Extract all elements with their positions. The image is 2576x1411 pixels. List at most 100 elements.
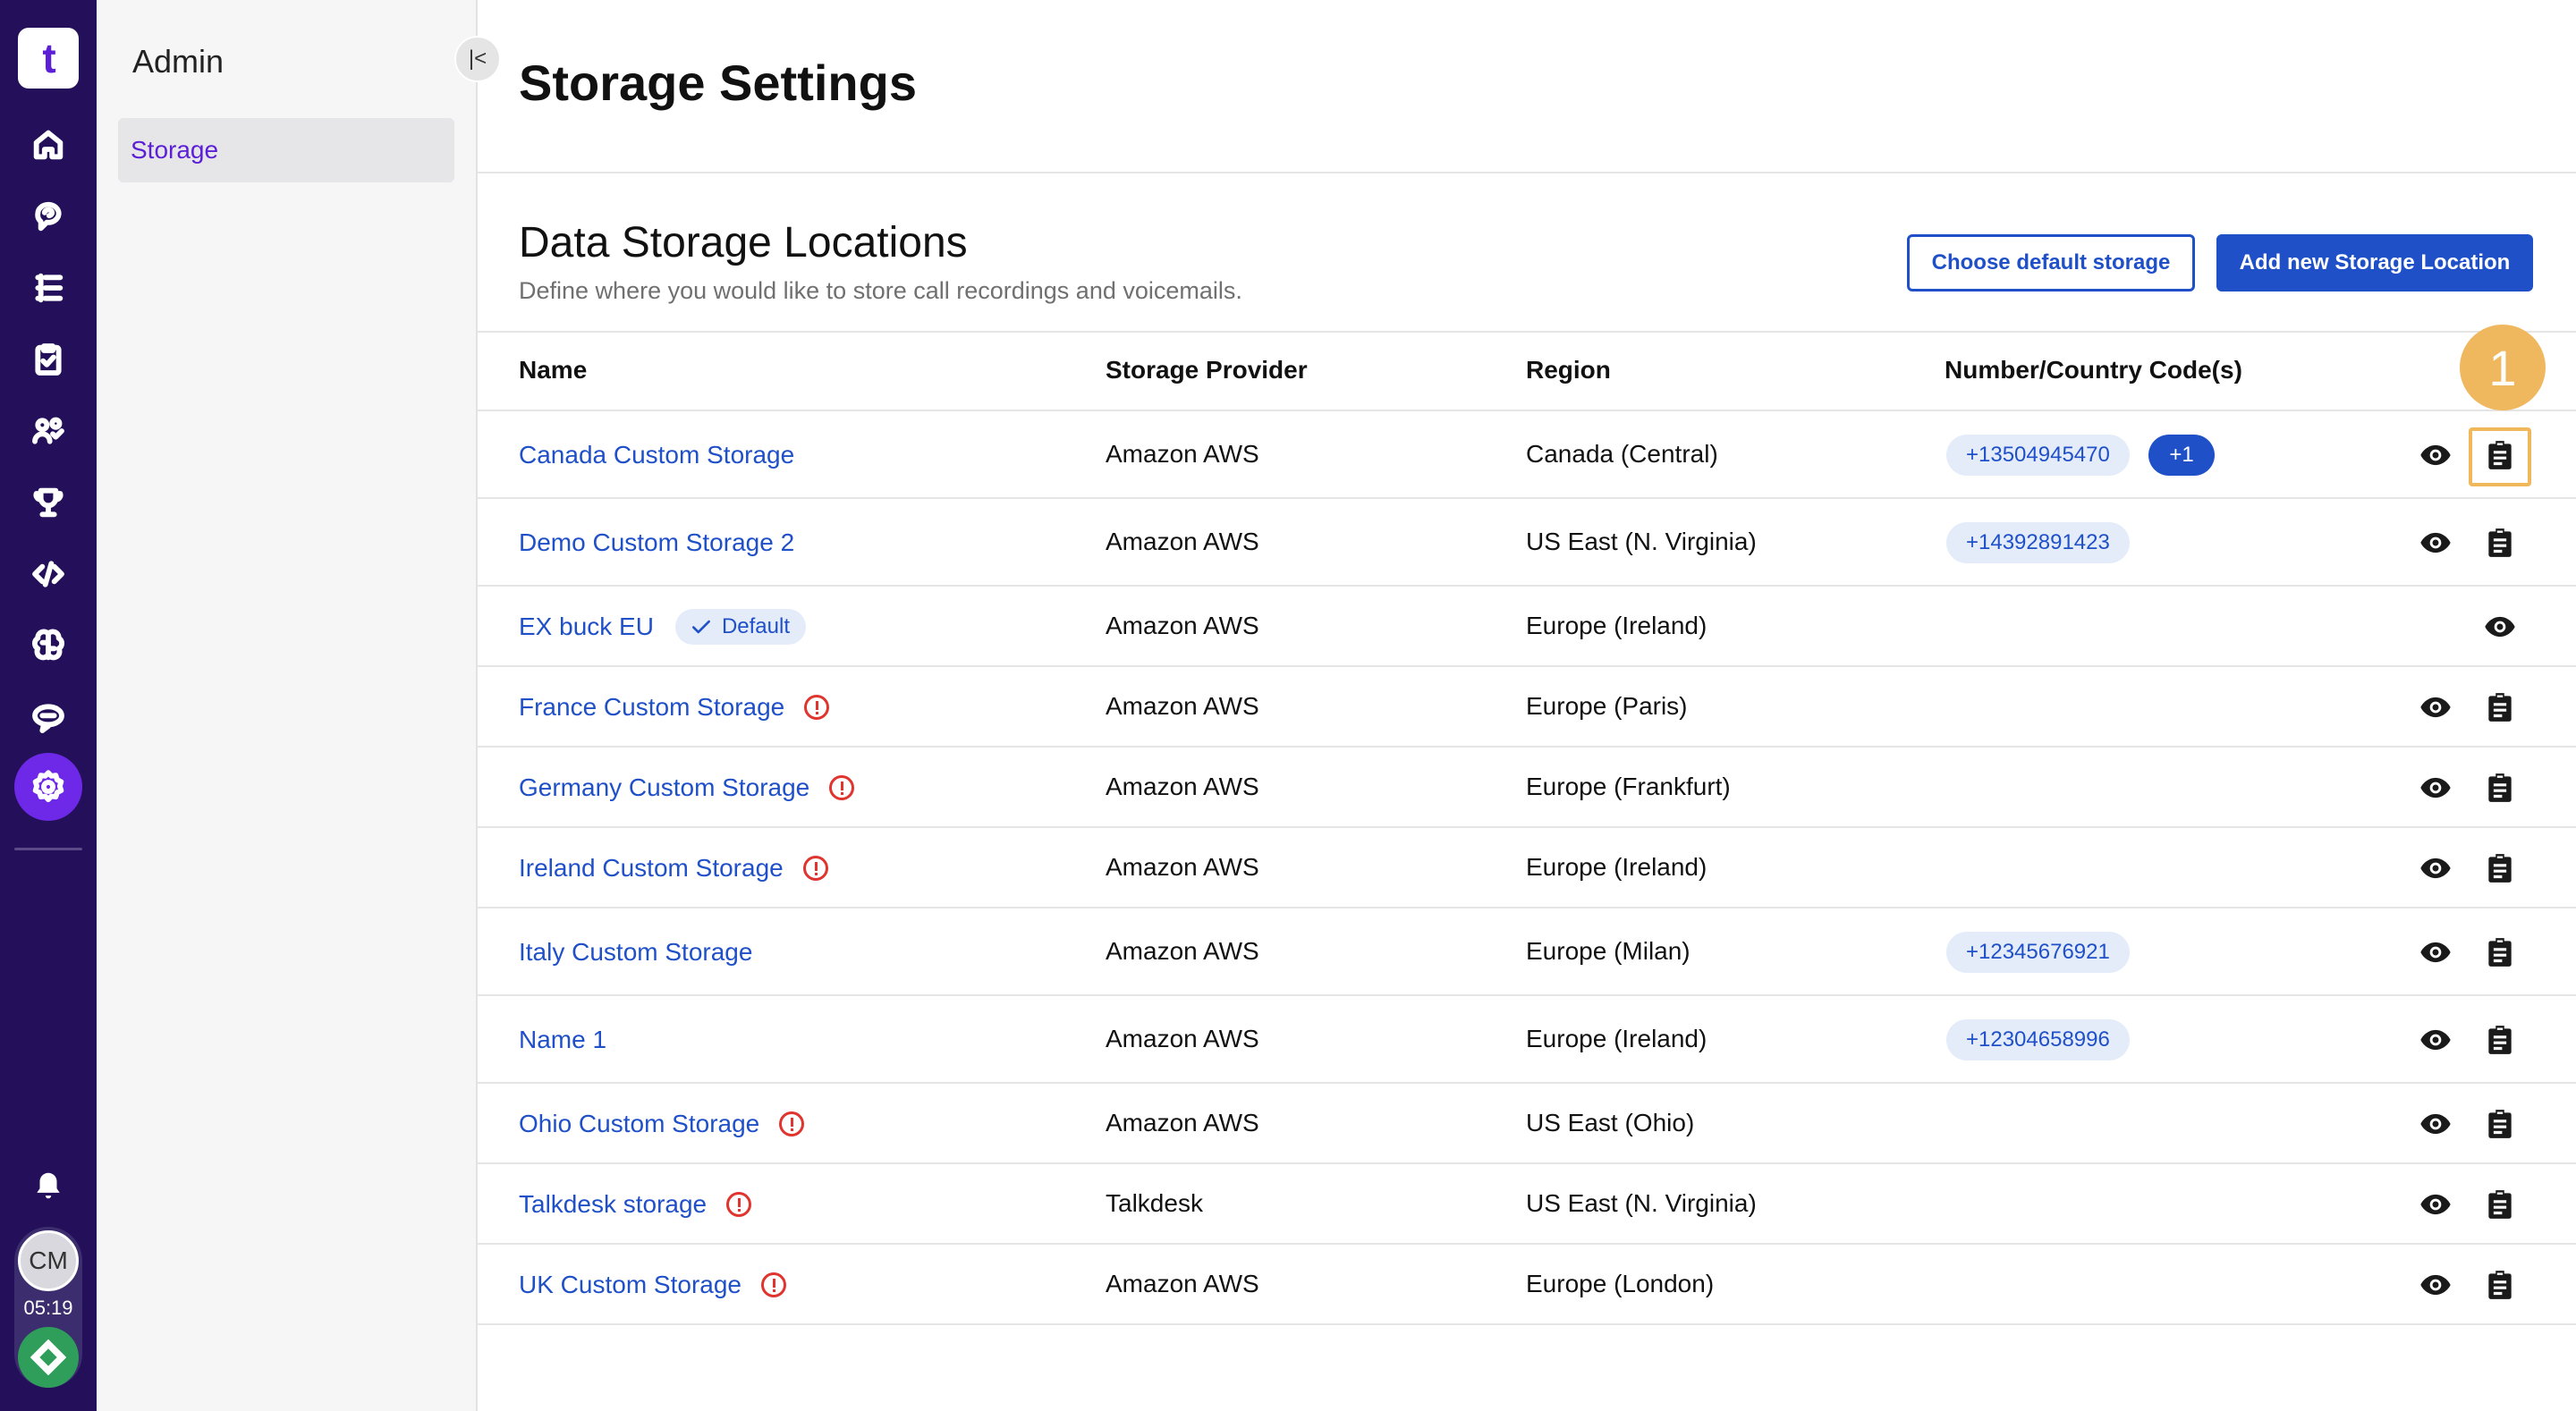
ai-brain-icon[interactable]	[27, 624, 70, 667]
eye-icon[interactable]	[2480, 607, 2520, 646]
number-chip[interactable]: +14392891423	[1946, 522, 2130, 563]
storage-name[interactable]: Germany Custom Storage	[519, 773, 809, 802]
warning-icon[interactable]	[761, 1272, 786, 1297]
logo-text: t	[42, 35, 55, 81]
warning-icon[interactable]	[779, 1111, 805, 1136]
warning-icon[interactable]	[726, 1192, 752, 1217]
available-status-icon[interactable]	[18, 1327, 79, 1388]
table-row[interactable]: EX buck EU Default Amazon AWS Europe (Irela…	[478, 587, 2576, 667]
section-title: Data Storage Locations	[519, 219, 968, 266]
sidebar-item-storage[interactable]: Storage	[118, 118, 454, 182]
storage-region: Europe (Paris)	[1526, 692, 1688, 720]
clipboard-icon[interactable]	[2480, 933, 2520, 972]
clipboard-icon[interactable]	[2480, 849, 2520, 888]
table-row[interactable]: Canada Custom Storage Amazon AWS Canada (C…	[478, 411, 2576, 499]
table-row[interactable]: Name 1 Amazon AWS Europe (Ireland) +1230465…	[478, 996, 2576, 1084]
storage-name-link[interactable]: UK Custom Storage	[519, 1267, 786, 1303]
storage-name[interactable]: Canada Custom Storage	[519, 441, 794, 469]
storage-name[interactable]: Italy Custom Storage	[519, 938, 752, 967]
storage-name-link[interactable]: Ireland Custom Storage	[519, 850, 828, 886]
app-rail: t CM 05:19	[0, 0, 97, 1411]
eye-icon[interactable]	[2416, 849, 2455, 888]
trophy-icon[interactable]	[27, 481, 70, 524]
eye-icon[interactable]	[2416, 1104, 2455, 1144]
storage-name-link[interactable]: Name 1	[519, 1022, 606, 1058]
more-numbers-chip[interactable]: +1	[2148, 435, 2215, 476]
storage-provider: Amazon AWS	[1106, 1109, 1259, 1136]
add-storage-location-button[interactable]: Add new Storage Location	[2216, 234, 2533, 291]
storage-provider: Amazon AWS	[1106, 1270, 1259, 1297]
clipboard-icon[interactable]	[2480, 768, 2520, 807]
warning-icon[interactable]	[804, 695, 830, 720]
conversations-icon[interactable]	[27, 195, 70, 238]
sidebar-item-label: Storage	[131, 136, 219, 164]
clipboard-icon[interactable]	[2480, 523, 2520, 562]
clipboard-icon[interactable]	[2480, 1185, 2520, 1224]
clipboard-icon[interactable]	[2480, 1020, 2520, 1060]
storage-provider: Amazon AWS	[1106, 528, 1259, 555]
storage-name-link[interactable]: Talkdesk storage	[519, 1187, 752, 1222]
table-row[interactable]: Italy Custom Storage Amazon AWS Europe (Mi…	[478, 908, 2576, 996]
storage-region: US East (N. Virginia)	[1526, 528, 1757, 555]
storage-name-link[interactable]: Canada Custom Storage	[519, 437, 794, 473]
storage-name[interactable]: UK Custom Storage	[519, 1271, 741, 1299]
eye-icon[interactable]	[2416, 768, 2455, 807]
avatar[interactable]: CM	[18, 1230, 79, 1291]
number-chip[interactable]: +12345676921	[1946, 932, 2130, 973]
storage-name-link[interactable]: Italy Custom Storage	[519, 934, 752, 970]
code-icon[interactable]	[27, 553, 70, 596]
storage-name-link[interactable]: Demo Custom Storage 2	[519, 525, 794, 561]
storage-name-link[interactable]: Ohio Custom Storage	[519, 1106, 805, 1142]
warning-icon[interactable]	[829, 775, 855, 800]
home-icon[interactable]	[27, 123, 70, 166]
number-chip[interactable]: +13504945470	[1946, 435, 2130, 476]
storage-name[interactable]: Demo Custom Storage 2	[519, 528, 794, 557]
column-header-provider: Storage Provider	[1106, 356, 1308, 384]
table-row[interactable]: Demo Custom Storage 2 Amazon AWS US East (…	[478, 499, 2576, 587]
people-icon[interactable]	[27, 410, 70, 452]
divider	[478, 331, 2576, 333]
eye-icon[interactable]	[2416, 688, 2455, 727]
storage-name[interactable]: Talkdesk storage	[519, 1190, 707, 1219]
storage-name[interactable]: France Custom Storage	[519, 693, 784, 722]
eye-icon[interactable]	[2416, 523, 2455, 562]
storage-name[interactable]: EX buck EU	[519, 613, 654, 641]
storage-name-link[interactable]: France Custom Storage	[519, 689, 830, 725]
clipboard-icon[interactable]	[27, 338, 70, 381]
eye-icon[interactable]	[2416, 1185, 2455, 1224]
clipboard-icon[interactable]	[2480, 1265, 2520, 1305]
storage-region: Europe (Ireland)	[1526, 1025, 1707, 1052]
number-chip[interactable]: +12304658996	[1946, 1019, 2130, 1060]
storage-name[interactable]: Ohio Custom Storage	[519, 1110, 759, 1138]
list-icon[interactable]	[27, 266, 70, 309]
table-row[interactable]: Ohio Custom Storage Amazon AWS US East (Oh…	[478, 1084, 2576, 1164]
table-row[interactable]: Talkdesk storage Talkdesk US East (N. Virg…	[478, 1164, 2576, 1245]
gear-icon[interactable]	[14, 753, 82, 821]
table-row[interactable]: Ireland Custom Storage Amazon AWS Europe (…	[478, 828, 2576, 908]
eye-icon[interactable]	[2416, 1265, 2455, 1305]
storage-provider: Talkdesk	[1106, 1189, 1203, 1217]
chat-icon[interactable]	[27, 696, 70, 739]
storage-region: Europe (Milan)	[1526, 937, 1690, 965]
step-badge: 1	[2460, 325, 2546, 410]
eye-icon[interactable]	[2416, 933, 2455, 972]
bell-icon[interactable]	[27, 1164, 70, 1207]
main-content: Storage Settings Data Storage Locations …	[478, 0, 2576, 1411]
clipboard-icon[interactable]	[2480, 1104, 2520, 1144]
storage-name-link[interactable]: Germany Custom Storage	[519, 770, 855, 806]
table-row[interactable]: UK Custom Storage Amazon AWS Europe (Londo…	[478, 1245, 2576, 1325]
default-badge-label: Default	[721, 614, 790, 638]
storage-region: Europe (Ireland)	[1526, 853, 1707, 881]
table-row[interactable]: Germany Custom Storage Amazon AWS Europe (…	[478, 748, 2576, 828]
table-row[interactable]: France Custom Storage Amazon AWS Europe (P…	[478, 667, 2576, 748]
storage-name-link[interactable]: EX buck EU Default	[519, 609, 806, 645]
storage-name[interactable]: Ireland Custom Storage	[519, 854, 784, 883]
choose-default-storage-button[interactable]: Choose default storage	[1907, 234, 2195, 291]
eye-icon[interactable]	[2416, 435, 2455, 475]
talkdesk-logo[interactable]: t	[18, 28, 79, 89]
clipboard-icon[interactable]	[2480, 688, 2520, 727]
highlight-frame	[2469, 427, 2531, 486]
warning-icon[interactable]	[802, 856, 828, 881]
eye-icon[interactable]	[2416, 1020, 2455, 1060]
storage-name[interactable]: Name 1	[519, 1026, 606, 1054]
